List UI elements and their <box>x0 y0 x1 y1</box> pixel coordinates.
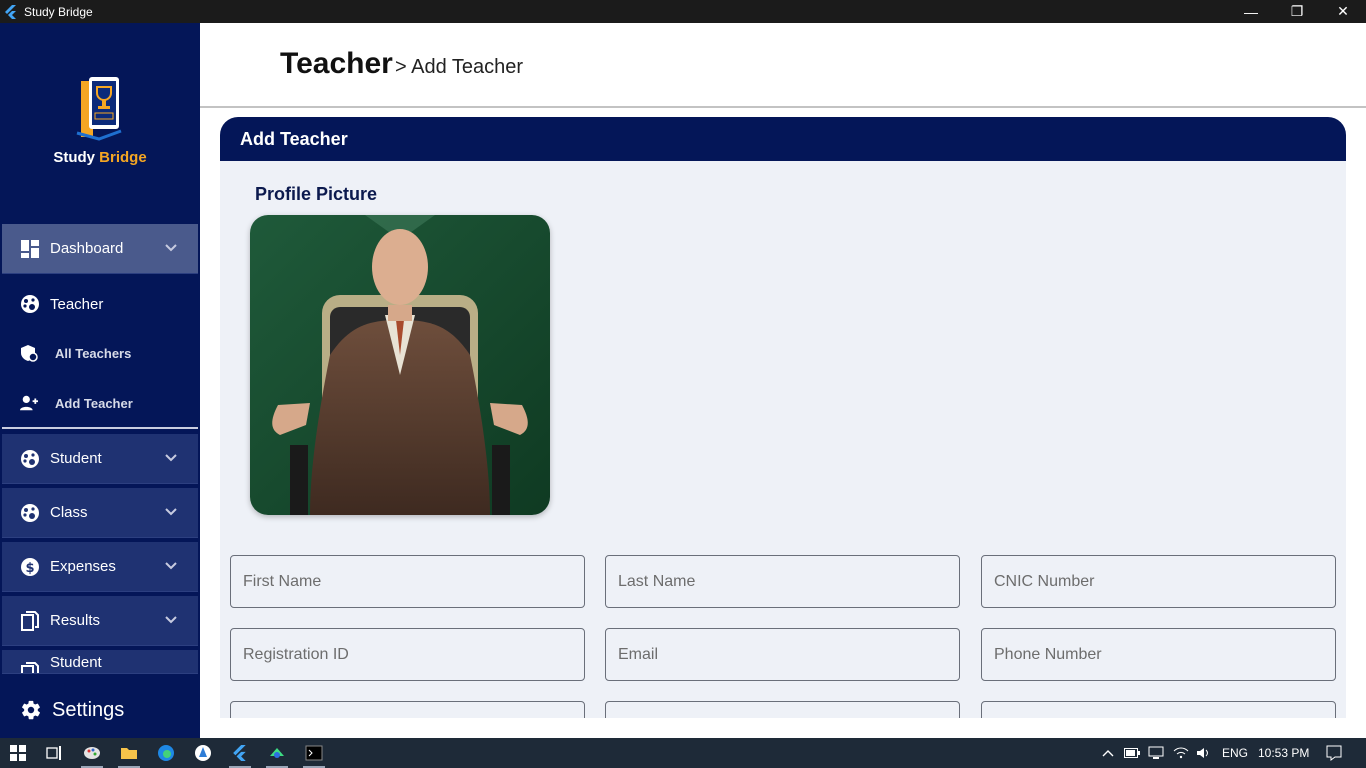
brand-name-part1: Study <box>53 149 95 166</box>
form-field-partial[interactable] <box>981 701 1336 718</box>
sidebar-item-label: Class <box>50 504 88 521</box>
phone-input[interactable] <box>982 629 1335 680</box>
sidebar-item-dashboard[interactable]: Dashboard <box>2 224 198 274</box>
phone-field[interactable] <box>981 628 1336 681</box>
chevron-down-icon <box>165 562 177 570</box>
android-studio-icon[interactable] <box>263 742 291 768</box>
profile-picture[interactable] <box>250 215 550 515</box>
brand-name-part2: Bridge <box>99 149 147 166</box>
sidebar-item-teacher[interactable]: Teacher <box>2 279 198 329</box>
brand-name: Study Bridge <box>0 149 200 166</box>
file-explorer-icon[interactable] <box>115 742 143 768</box>
taskbar: ENG 10:53 PM <box>0 738 1366 768</box>
sidebar-item-student[interactable]: Student <box>2 434 198 484</box>
sidebar: Study Bridge Dashboard Teacher All Teach… <box>0 23 200 738</box>
title-bar: Study Bridge — ❐ ✕ <box>0 0 1366 23</box>
sidebar-item-label: Student <box>50 654 102 671</box>
sidebar-item-expenses[interactable]: $ Expenses <box>2 542 198 592</box>
documents-icon <box>20 662 40 673</box>
window-title: Study Bridge <box>24 4 93 19</box>
divider <box>2 427 198 429</box>
profile-picture-label: Profile Picture <box>255 184 378 204</box>
breadcrumb-current: > Add Teacher <box>395 56 524 78</box>
close-button[interactable]: ✕ <box>1320 0 1366 23</box>
clock[interactable]: 10:53 PM <box>1258 746 1309 760</box>
network-device-icon[interactable] <box>1142 742 1170 764</box>
gear-icon <box>22 700 40 720</box>
sidebar-item-add-teacher[interactable]: Add Teacher <box>2 379 198 427</box>
paint-app-icon[interactable] <box>78 742 106 768</box>
add-person-icon <box>20 394 38 412</box>
sidebar-item-label: Results <box>50 612 101 629</box>
first-name-input[interactable] <box>231 556 584 607</box>
sidebar-item-label: Expenses <box>50 558 116 575</box>
svg-text:$: $ <box>25 561 34 576</box>
dollar-icon: $ <box>20 557 40 577</box>
task-view-icon[interactable] <box>40 742 68 764</box>
logo: Study Bridge <box>0 73 200 166</box>
terminal-icon[interactable] <box>300 742 328 768</box>
settings-button[interactable]: Settings <box>0 685 200 735</box>
card-title: Add Teacher <box>220 117 1346 161</box>
class-icon <box>20 503 40 523</box>
sidebar-item-all-teachers[interactable]: All Teachers <box>2 329 198 377</box>
profile-photo-image <box>250 215 550 515</box>
student-icon <box>20 449 40 469</box>
study-bridge-logo-icon <box>76 77 122 141</box>
add-teacher-card: Add Teacher Profile Picture <box>220 117 1346 718</box>
app-icon[interactable] <box>189 742 217 764</box>
teachers-list-icon <box>20 344 38 362</box>
restore-button[interactable]: ❐ <box>1274 0 1320 23</box>
chevron-down-icon <box>165 454 177 462</box>
windows-start-icon[interactable] <box>4 742 32 764</box>
form-field-partial[interactable] <box>230 701 585 718</box>
sidebar-item-label: Teacher <box>50 295 104 313</box>
dashboard-icon <box>20 239 40 259</box>
settings-label: Settings <box>52 698 125 721</box>
sidebar-item-label: Add Teacher <box>55 395 133 411</box>
sidebar-item-student-2[interactable]: Student <box>2 650 198 674</box>
form-field-partial[interactable] <box>605 701 960 718</box>
sidebar-item-label: Dashboard <box>50 240 124 257</box>
last-name-input[interactable] <box>606 556 959 607</box>
edge-browser-icon[interactable] <box>152 742 180 764</box>
language-indicator[interactable]: ENG <box>1222 746 1248 760</box>
notification-icon[interactable] <box>1320 742 1348 764</box>
minimize-button[interactable]: — <box>1228 0 1274 23</box>
flutter-icon <box>5 4 16 19</box>
email-input[interactable] <box>606 629 959 680</box>
page-header: Teacher > Add Teacher <box>200 23 1366 108</box>
last-name-field[interactable] <box>605 555 960 608</box>
sidebar-item-label: All Teachers <box>55 345 132 361</box>
breadcrumb-main[interactable]: Teacher <box>280 47 393 81</box>
sidebar-item-results[interactable]: Results <box>2 596 198 646</box>
registration-id-input[interactable] <box>231 629 584 680</box>
cnic-input[interactable] <box>982 556 1335 607</box>
chevron-down-icon <box>165 508 177 516</box>
volume-icon[interactable] <box>1190 742 1218 764</box>
teacher-icon <box>20 294 40 314</box>
chevron-down-icon <box>165 244 177 252</box>
sidebar-item-class[interactable]: Class <box>2 488 198 538</box>
flutter-icon[interactable] <box>226 742 254 768</box>
cnic-field[interactable] <box>981 555 1336 608</box>
registration-id-field[interactable] <box>230 628 585 681</box>
documents-icon <box>20 610 40 631</box>
sidebar-item-label: Student <box>50 450 102 467</box>
email-field[interactable] <box>605 628 960 681</box>
first-name-field[interactable] <box>230 555 585 608</box>
chevron-down-icon <box>165 616 177 624</box>
